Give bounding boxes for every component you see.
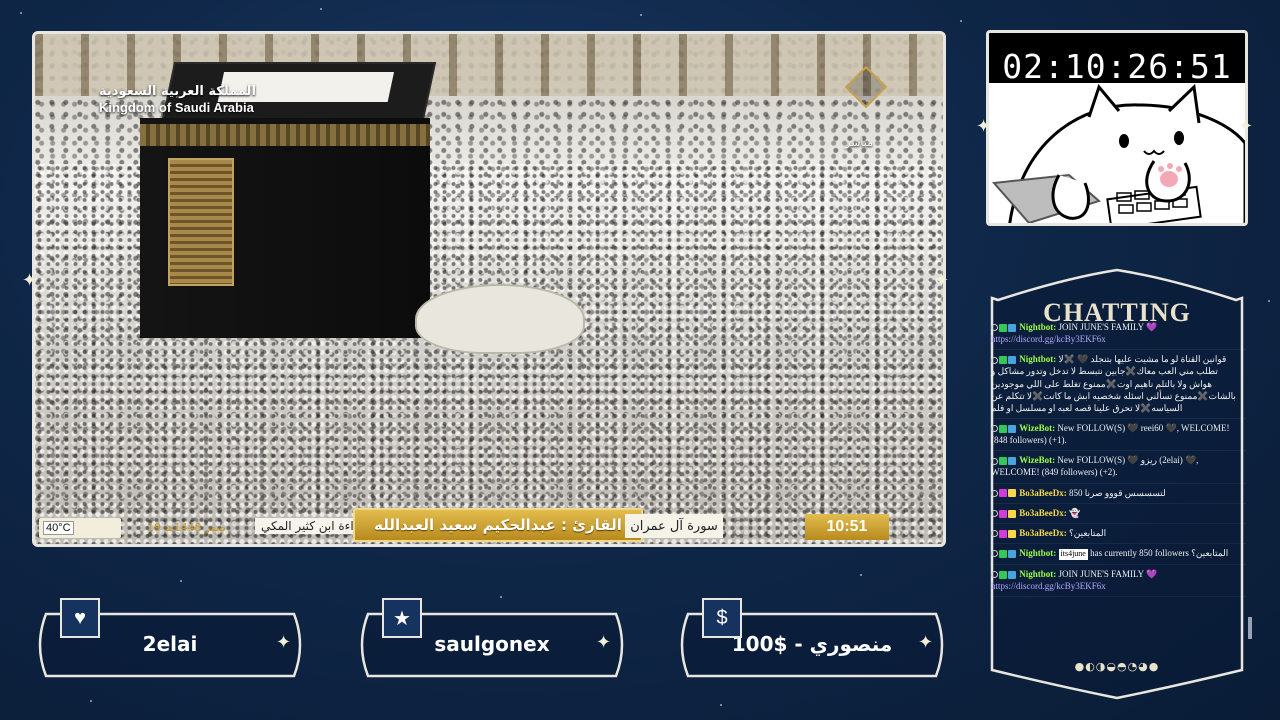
chat-emote: its4june (1058, 548, 1088, 560)
chat-text-prefix: المتابعين؟ (1191, 547, 1229, 558)
chat-message: Bo3aBeeDx: المتابعين؟ (990, 524, 1246, 544)
chat-message: Nightbot: JOIN JUNE'S FAMILY 💜 https://d… (990, 318, 1246, 351)
mod-icon (991, 510, 998, 518)
latest-subscriber-card: ★ saulgonex ✦ (354, 598, 630, 678)
chat-text: لتسسسس قووو صرنا 850 (1069, 487, 1166, 498)
background-star (20, 12, 22, 14)
sparkle-icon: ✦ (596, 632, 612, 653)
mod-icon (991, 550, 998, 558)
chat-message: Nightbot: JOIN JUNE'S FAMILY 💜 https://d… (990, 565, 1246, 598)
chat-text: JOIN JUNE'S FAMILY 💜 (1058, 322, 1158, 332)
chat-message-list[interactable]: Nightbot: JOIN JUNE'S FAMILY 💜 https://d… (990, 318, 1246, 660)
star-icon: ★ (382, 598, 422, 638)
kaaba-door (168, 158, 234, 286)
channel-logo-arabic: المملكة العربية السعودية (99, 84, 256, 99)
bot-badge-icon (1008, 424, 1016, 433)
vip-badge-icon (999, 529, 1007, 538)
chat-link[interactable]: https://discord.gg/kcBy3EKF6x (991, 334, 1106, 344)
background-star (860, 574, 862, 576)
mod-icon (991, 356, 998, 364)
vip-badge-icon (999, 489, 1007, 498)
mod-icon (991, 489, 998, 497)
background-star (640, 14, 642, 16)
sub-badge-icon (1008, 489, 1016, 498)
reciter-name: القارئ : عبدالحكيم سعيد العبدالله (353, 508, 643, 542)
maqam-ibrahim (415, 284, 585, 354)
surah-name: سورة آل عمران (625, 514, 723, 538)
chat-link[interactable]: https://discord.gg/kcBy3EKF6x (991, 581, 1106, 591)
chat-message: WizeBot: New FOLLOW(S) 🖤 reei60 🖤, WELCO… (990, 419, 1246, 452)
sparkle-icon: ✦ (934, 270, 950, 291)
chat-panel: CHATTING Nightbot: JOIN JUNE'S FAMILY 💜 … (986, 268, 1248, 700)
moderator-badge-icon (999, 356, 1007, 365)
background-star (90, 700, 92, 702)
bot-badge-icon (1008, 549, 1016, 558)
chat-text: has currently 850 followers (1090, 547, 1189, 558)
sparkle-icon: ✦ (1238, 116, 1254, 137)
chat-username[interactable]: WizeBot: (1019, 423, 1055, 433)
mod-icon (991, 425, 998, 433)
moderator-badge-icon (999, 570, 1007, 579)
bot-badge-icon (1008, 356, 1016, 365)
chat-username[interactable]: Nightbot: (1019, 354, 1056, 364)
moon-phases-icon: ●◐◑◒◓◔◕● (1074, 660, 1160, 673)
live-label: مباشر (845, 136, 873, 149)
bot-badge-icon (1008, 323, 1016, 332)
bongo-cat-image (989, 83, 1245, 223)
chat-message: Bo3aBeeDx: 👻 (990, 504, 1246, 524)
chat-text: JOIN JUNE'S FAMILY 💜 (1058, 568, 1158, 579)
mod-icon (991, 457, 998, 465)
moderator-badge-icon (999, 549, 1007, 558)
moderator-badge-icon (999, 323, 1007, 332)
channel-logo-english: Kingdom of Saudi Arabia (99, 100, 254, 115)
chat-text: المتابعين؟ (1069, 527, 1107, 538)
video-player[interactable]: المملكة العربية السعودية Kingdom of Saud… (32, 31, 946, 547)
chat-message: Nightbot: قوانين القناة لو ما مشيت عليها… (990, 350, 1246, 419)
bot-badge-icon (1008, 457, 1016, 466)
temperature: 40°C (43, 521, 74, 535)
chat-text: 👻 (1069, 507, 1081, 518)
hijri-date: 19 صفر 1448هـ (147, 521, 227, 534)
background-star (720, 704, 722, 706)
lower-third: 40°C 19 صفر 1448هـ قراءة ابن كثير المكي … (35, 506, 943, 544)
vip-badge-icon (999, 509, 1007, 518)
moderator-badge-icon (999, 424, 1007, 433)
chat-message: WizeBot: New FOLLOW(S) 🖤 ريزو (2elai) 🖤,… (990, 451, 1246, 484)
heart-icon: ♥ (60, 598, 100, 638)
moderator-badge-icon (999, 457, 1007, 466)
background-star (500, 596, 502, 598)
chat-username[interactable]: Bo3aBeeDx: (1019, 528, 1067, 538)
chat-username[interactable]: Bo3aBeeDx: (1019, 508, 1067, 518)
dollar-icon: $ (702, 598, 742, 638)
background-star (960, 20, 962, 22)
mod-icon (991, 571, 998, 579)
chat-username[interactable]: Nightbot: (1019, 569, 1056, 579)
bot-badge-icon (1008, 570, 1016, 579)
broadcast-clock: 10:51 (805, 514, 889, 540)
chat-message: Nightbot: its4june has currently 850 fol… (990, 544, 1246, 565)
temperature-box: 40°C (39, 518, 121, 538)
chat-scrollbar[interactable] (1248, 617, 1252, 639)
bongo-cat-icon (991, 83, 1245, 223)
chat-username[interactable]: WizeBot: (1019, 455, 1055, 465)
chat-username[interactable]: Nightbot: (1019, 322, 1056, 332)
sparkle-icon: ✦ (22, 270, 38, 291)
background-star (1268, 300, 1270, 302)
sub-badge-icon (1008, 509, 1016, 518)
latest-follower-card: ♥ 2elai ✦ (32, 598, 308, 678)
chat-username[interactable]: Nightbot: (1019, 548, 1056, 558)
chat-username[interactable]: Bo3aBeeDx: (1019, 488, 1067, 498)
background-star (180, 580, 182, 582)
mod-icon (991, 530, 998, 538)
latest-donation-card: $ منصوري - $100 ✦ (674, 598, 950, 678)
chat-message: Bo3aBeeDx: لتسسسس قووو صرنا 850 (990, 484, 1246, 504)
countdown-timer: 02:10:26:51 (986, 30, 1248, 226)
timer-value: 02:10:26:51 (1002, 47, 1232, 86)
sub-badge-icon (1008, 529, 1016, 538)
sparkle-icon: ✦ (976, 116, 992, 137)
background-star (320, 8, 322, 10)
mod-icon (991, 324, 998, 332)
sparkle-icon: ✦ (918, 632, 934, 653)
sparkle-icon: ✦ (276, 632, 292, 653)
